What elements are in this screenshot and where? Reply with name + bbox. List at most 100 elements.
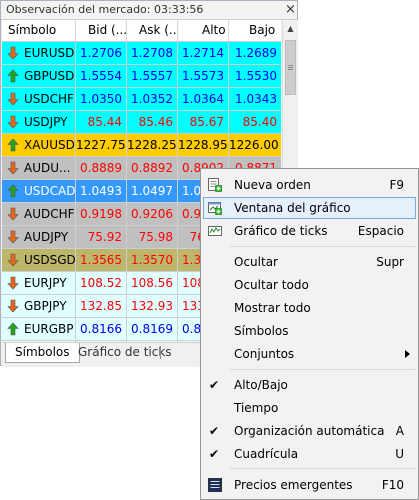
symbol-cell: USDSGD	[2, 249, 76, 271]
symbol-cell: EURJPY	[2, 272, 76, 294]
bid-cell: 1.2706	[76, 42, 127, 64]
menu-item-label: Ocultar todo	[234, 278, 309, 292]
menu-item-organizacion-automatica[interactable]: ✔ Organización automática A	[203, 420, 416, 442]
table-row[interactable]: XAUUSD 1227.75 1228.25 1228.95 1226.00	[2, 134, 281, 157]
ask-cell: 0.9206	[127, 203, 178, 225]
low-cell: 1226.00	[229, 138, 279, 152]
symbol-cell: AUDJPY	[2, 226, 76, 248]
symbol-cell: USDCAD	[2, 180, 76, 202]
tab-tick-chart[interactable]: Gráfico de ticks	[69, 343, 181, 362]
menu-item-alto-bajo[interactable]: ✔ Alto/Bajo	[203, 374, 416, 396]
column-header-high[interactable]: Alto	[178, 20, 229, 41]
bid-cell: 0.8889	[76, 157, 127, 179]
menu-item-label: Gráfico de ticks	[234, 224, 328, 238]
checkmark-icon: ✔	[209, 447, 220, 461]
chart-window-icon	[208, 202, 222, 215]
context-menu: Nueva orden F9 Ventana del gráfico Gráfico …	[200, 168, 419, 500]
high-cell: 85.67	[178, 111, 229, 133]
scroll-up-icon[interactable]: ▲	[283, 20, 298, 37]
column-header-ask[interactable]: Ask (...	[127, 20, 178, 41]
checkmark-icon: ✔	[209, 424, 220, 438]
bid-cell: 0.8166	[76, 318, 127, 340]
scrollbar-thumb[interactable]	[285, 40, 296, 95]
menu-item-ocultar-todo[interactable]: Ocultar todo	[203, 274, 416, 296]
bid-cell: 1.3565	[76, 249, 127, 271]
menu-item-precios-emergentes[interactable]: Precios emergentes F10	[203, 474, 416, 496]
tab-divider	[160, 346, 161, 359]
menu-item-label: Alto/Bajo	[234, 378, 288, 392]
ask-cell: 1.3570	[127, 249, 178, 271]
ask-cell: 1.5557	[127, 65, 178, 87]
ask-cell: 85.46	[127, 111, 178, 133]
menu-item-label: Ocultar	[234, 255, 278, 269]
ask-cell: 0.8169	[127, 318, 178, 340]
close-icon[interactable]: ×	[284, 2, 297, 17]
menu-item-conjuntos[interactable]: Conjuntos	[203, 343, 416, 365]
bid-cell: 132.85	[76, 295, 127, 317]
menu-item-ventana-del-grafico[interactable]: Ventana del gráfico	[203, 197, 416, 219]
bid-cell: 75.92	[76, 226, 127, 248]
bid-cell: 85.44	[76, 111, 127, 133]
table-row[interactable]: USDJPY 85.44 85.46 85.67 85.40	[2, 111, 281, 134]
table-row[interactable]: EURUSD 1.2706 1.2708 1.2714 1.2689	[2, 42, 281, 65]
menu-item-grafico-de-ticks[interactable]: Gráfico de ticks Espacio	[203, 220, 416, 242]
tick-chart-icon	[208, 226, 222, 236]
menu-item-shortcut: Supr	[376, 255, 404, 269]
bid-cell: 1.5554	[76, 65, 127, 87]
column-header-bid[interactable]: Bid (...	[76, 20, 127, 41]
menu-item-label: Precios emergentes	[234, 478, 353, 492]
menu-item-mostrar-todo[interactable]: Mostrar todo	[203, 297, 416, 319]
menu-item-label: Organización automática	[234, 424, 385, 438]
menu-item-cuadricula[interactable]: ✔ Cuadrícula U	[203, 443, 416, 465]
high-cell: 1.5573	[178, 65, 229, 87]
bid-cell: 1.0350	[76, 88, 127, 110]
symbol-cell: AUDCHF	[2, 203, 76, 225]
ask-cell: 1.0352	[127, 88, 178, 110]
high-cell: 1.2714	[178, 42, 229, 64]
menu-item-shortcut: U	[395, 447, 404, 461]
table-row[interactable]: USDCHF 1.0350 1.0352 1.0364 1.0343	[2, 88, 281, 111]
ask-cell: 0.8892	[127, 157, 178, 179]
low-cell: 85.40	[242, 115, 277, 129]
server-time: 03:33:56	[154, 3, 204, 16]
bid-cell: 0.9198	[76, 203, 127, 225]
bid-cell: 108.52	[76, 272, 127, 294]
bid-cell: 1.0493	[76, 180, 127, 202]
symbol-cell: GBPUSD	[2, 65, 76, 87]
symbol-cell: AUDU...	[2, 157, 76, 179]
window-title-bar[interactable]: Observación del mercado: 03:33:56 ×	[1, 1, 297, 20]
menu-item-shortcut: Espacio	[357, 224, 404, 238]
menu-item-shortcut: A	[395, 424, 404, 438]
ask-cell: 75.98	[127, 226, 178, 248]
menu-item-label: Símbolos	[234, 324, 289, 338]
symbol-cell: XAUUSD	[2, 134, 76, 156]
menu-item-shortcut: F9	[389, 178, 404, 192]
window-title: Observación del mercado: 03:33:56	[6, 3, 204, 16]
column-header-symbol[interactable]: Símbolo	[2, 20, 76, 41]
column-header-low[interactable]: Bajo	[229, 20, 281, 41]
low-cell: 1.2689	[235, 46, 277, 60]
table-row[interactable]: GBPUSD 1.5554 1.5557 1.5573 1.5530	[2, 65, 281, 88]
submenu-arrow-icon	[405, 350, 410, 358]
popup-prices-icon	[208, 478, 222, 492]
menu-item-nueva-orden[interactable]: Nueva orden F9	[203, 174, 416, 196]
symbol-cell: EURGBP	[2, 318, 76, 340]
menu-item-ocultar[interactable]: Ocultar Supr	[203, 251, 416, 273]
ask-cell: 108.56	[127, 272, 178, 294]
checkmark-icon: ✔	[209, 378, 220, 392]
low-cell: 1.5530	[235, 69, 277, 83]
menu-item-shortcut: F10	[381, 478, 404, 492]
table-header: Símbolo Bid (... Ask (... Alto Bajo	[2, 20, 281, 42]
ask-cell: 1228.25	[127, 134, 178, 156]
menu-item-tiempo[interactable]: Tiempo	[203, 397, 416, 419]
ask-cell: 1.0497	[127, 180, 178, 202]
ask-cell: 1.2708	[127, 42, 178, 64]
low-cell: 1.0343	[235, 92, 277, 106]
menu-item-label: Cuadrícula	[234, 447, 299, 461]
menu-item-label: Tiempo	[234, 401, 279, 415]
high-cell: 1228.95	[178, 134, 229, 156]
menu-item-simbolos[interactable]: Símbolos	[203, 320, 416, 342]
menu-separator	[230, 468, 415, 469]
symbol-cell: USDJPY	[2, 111, 76, 133]
high-cell: 1.0364	[178, 88, 229, 110]
